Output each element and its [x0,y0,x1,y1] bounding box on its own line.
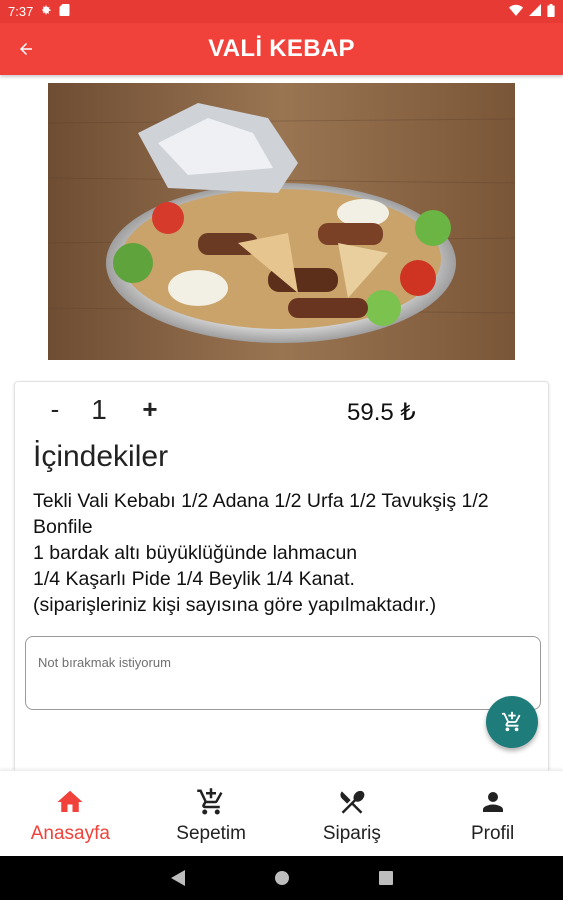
system-recents-button[interactable] [374,866,398,890]
note-input[interactable] [25,636,541,710]
person-icon [476,785,510,819]
battery-icon [547,3,555,20]
utensils-icon [335,785,369,819]
nav-item-sepetim[interactable]: Sepetim [141,771,282,856]
page-title: VALİ KEBAP [208,35,355,62]
increase-quantity-button[interactable]: + [137,394,163,428]
status-bar: 7:37 [0,0,563,23]
add-to-cart-icon [501,711,521,732]
system-back-button[interactable] [166,866,190,890]
settings-icon [40,4,52,19]
nav-item-anasayfa[interactable]: Anasayfa [0,771,141,856]
nav-label-sepetim: Sepetim [176,823,246,844]
wifi-icon [509,4,523,19]
nav-item-siparis[interactable]: Sipariş [282,771,423,856]
decrease-quantity-button[interactable]: - [43,394,67,428]
quantity-value: 1 [91,394,107,425]
bottom-navigation: Anasayfa Sepetim Sipariş Profil [0,770,563,856]
app-bar: VALİ KEBAP [0,23,563,75]
cart-add-icon [194,785,228,819]
system-home-button[interactable] [270,866,294,890]
arrow-back-icon [20,43,32,55]
sd-card-icon [59,4,70,19]
back-button[interactable] [12,35,40,63]
product-card: - 1 + 59.5 ₺ İçindekiler Tekli Vali Keba… [14,381,549,781]
square-recents-icon [378,871,393,885]
circle-home-icon [274,871,289,885]
add-to-cart-button[interactable] [486,696,538,748]
nav-item-profil[interactable]: Profil [422,771,563,856]
nav-label-siparis: Sipariş [322,823,381,844]
home-icon [53,785,87,819]
product-image [48,83,515,360]
price-label: 59.5 ₺ [347,399,416,426]
status-time: 7:37 [8,4,34,19]
nav-label-profil: Profil [470,823,515,844]
ingredients-text: Tekli Vali Kebabı 1/2 Adana 1/2 Urfa 1/2… [33,490,489,616]
nav-label-anasayfa: Anasayfa [30,823,110,844]
triangle-back-icon [170,870,185,886]
ingredients-title: İçindekiler [33,440,169,473]
quantity-stepper: - 1 + 59.5 ₺ [15,394,550,430]
signal-icon [529,4,541,19]
system-navigation-bar [0,856,563,900]
